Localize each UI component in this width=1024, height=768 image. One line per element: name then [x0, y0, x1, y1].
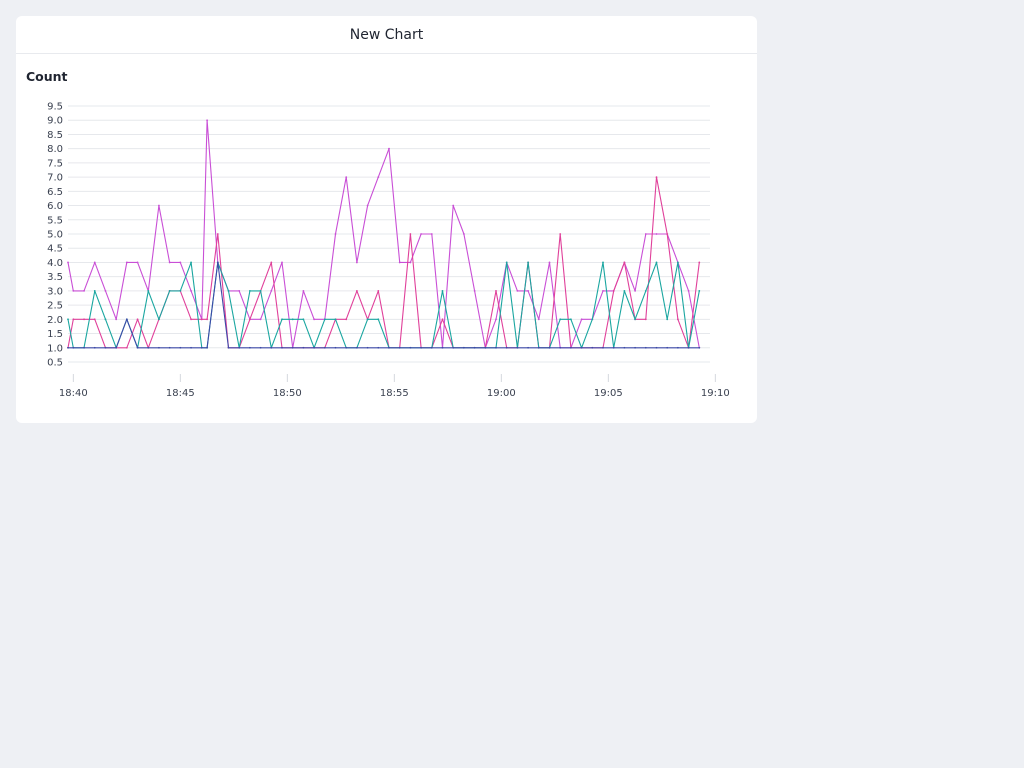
chart-card: New Chart Count	[16, 16, 757, 423]
y-axis-title: Count	[26, 69, 68, 84]
chart-card-header: New Chart	[16, 16, 757, 54]
chart-title: New Chart	[349, 26, 424, 43]
